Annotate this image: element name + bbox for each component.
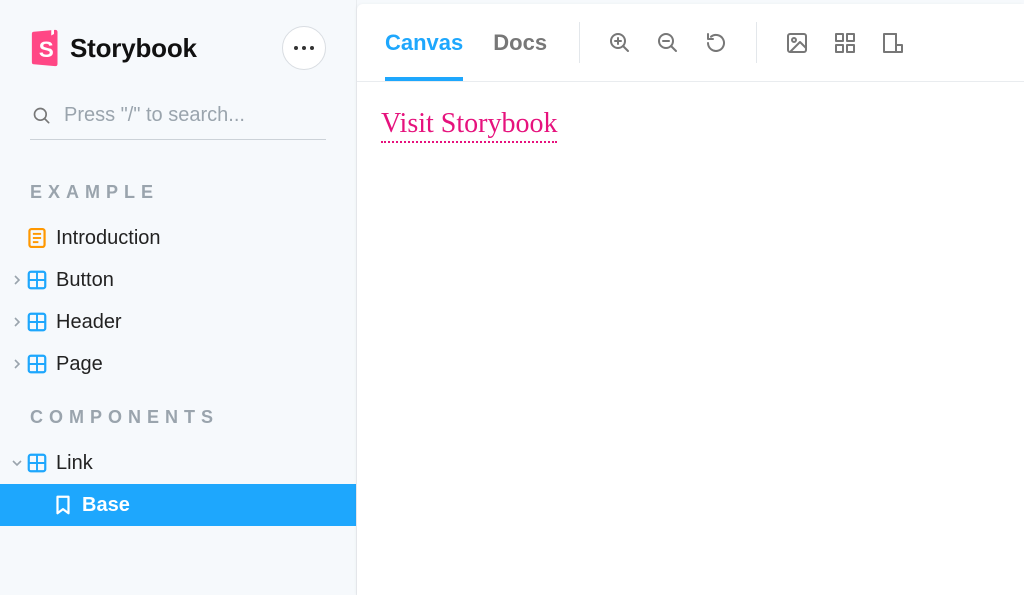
sidebar-item-button[interactable]: Button: [0, 259, 356, 301]
sidebar-story-base[interactable]: Base: [0, 484, 356, 526]
chevron-down-icon: [0, 458, 26, 468]
chevron-right-icon: [0, 317, 26, 327]
tab-docs[interactable]: Docs: [493, 4, 547, 81]
component-icon: [26, 353, 48, 375]
component-icon: [26, 452, 48, 474]
sidebar-item-link[interactable]: Link: [0, 442, 356, 484]
sidebar-item-label: Link: [56, 452, 356, 475]
sidebar-item-label: Header: [56, 311, 356, 334]
background-icon[interactable]: [783, 29, 811, 57]
tab-canvas[interactable]: Canvas: [385, 4, 463, 81]
reset-icon[interactable]: [702, 29, 730, 57]
sidebar-item-label: Base: [82, 494, 356, 517]
storybook-logo-icon: S: [30, 29, 60, 67]
chevron-right-icon: [0, 359, 26, 369]
toolbar-separator: [756, 22, 757, 63]
sidebar-item-label: Introduction: [56, 227, 356, 250]
sidebar-item-introduction[interactable]: Introduction: [0, 217, 356, 259]
section-title-example: EXAMPLE: [0, 160, 356, 217]
search-input[interactable]: [64, 104, 324, 127]
bookmark-icon: [52, 494, 74, 516]
search-field[interactable]: [30, 96, 326, 140]
sidebar-item-label: Page: [56, 353, 356, 376]
component-icon: [26, 269, 48, 291]
chevron-right-icon: [0, 275, 26, 285]
brand[interactable]: S Storybook: [30, 29, 197, 67]
measure-icon[interactable]: [879, 29, 907, 57]
search-icon: [32, 106, 52, 126]
component-icon: [26, 311, 48, 333]
zoom-out-icon[interactable]: [654, 29, 682, 57]
sidebar-item-label: Button: [56, 269, 356, 292]
document-icon: [26, 227, 48, 249]
section-title-components: COMPONENTS: [0, 385, 356, 442]
zoom-in-icon[interactable]: [606, 29, 634, 57]
brand-name: Storybook: [70, 33, 197, 64]
sidebar-item-page[interactable]: Page: [0, 343, 356, 385]
menu-button[interactable]: [282, 26, 326, 70]
grid-icon[interactable]: [831, 29, 859, 57]
svg-text:S: S: [39, 37, 54, 62]
preview-link[interactable]: Visit Storybook: [381, 108, 557, 143]
toolbar-separator: [579, 22, 580, 63]
sidebar-item-header[interactable]: Header: [0, 301, 356, 343]
